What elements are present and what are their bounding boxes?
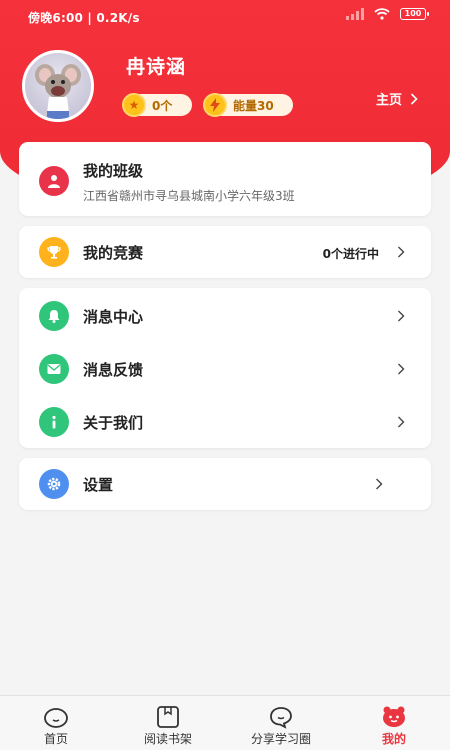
settings-card[interactable]: 设置 [19,458,431,510]
homepage-link[interactable]: 主页 [376,89,418,108]
mouse-avatar-image [35,64,81,119]
status-bar: 傍晚6:00 | 0.2K/s 100 [0,0,450,32]
chat-bubble-icon [270,707,292,729]
bottom-tab-bar: 首页 阅读书架 分享学习圈 我的 [0,695,450,750]
settings-label: 设置 [83,476,114,494]
tab-home-label: 首页 [43,732,68,746]
chevron-right-icon [376,478,383,490]
homepage-label: 主页 [376,93,403,108]
menu-item-about-us[interactable]: 关于我们 [19,396,431,448]
wifi-icon [374,8,390,20]
menu-item-label: 消息反馈 [83,361,144,379]
chevron-right-icon [398,363,405,375]
tab-share-circle[interactable]: 分享学习圈 [225,696,337,750]
coins-count: 0个 [152,98,173,113]
energy-value: 能量30 [233,98,274,113]
tab-bookshelf-label: 阅读书架 [143,732,192,746]
user-name: 冉诗涵 [126,56,187,78]
tab-mine-label: 我的 [381,732,406,746]
battery-icon: 100 [400,8,429,20]
home-face-icon [44,708,68,728]
tab-mine[interactable]: 我的 [338,696,450,750]
tab-home[interactable]: 首页 [0,696,112,750]
mail-icon [39,354,69,384]
my-contest-title: 我的竞赛 [83,244,144,262]
lightning-icon [203,93,227,117]
chevron-right-icon [398,310,405,322]
info-icon [39,407,69,437]
energy-badge[interactable]: 能量30 [203,93,293,117]
bookshelf-icon [157,706,179,728]
menu-item-label: 关于我们 [83,414,144,432]
my-class-title: 我的班级 [83,162,144,180]
menu-item-message-center[interactable]: 消息中心 [19,290,431,342]
person-icon [39,166,69,196]
chevron-right-icon [398,246,405,258]
star-coin-icon: ★ [122,93,146,117]
bell-icon [39,301,69,331]
chevron-right-icon [410,92,418,105]
class-subtitle: 江西省赣州市寻乌县城南小学六年级3班 [83,189,295,203]
gear-icon [39,469,69,499]
menu-item-label: 消息中心 [83,308,144,326]
chevron-right-icon [398,416,405,428]
profile-face-icon [383,706,405,727]
contest-status: 0个进行中 [322,247,379,261]
message-menu-card: 消息中心 消息反馈 关于我们 [19,288,431,448]
signal-icon [346,8,364,20]
avatar[interactable] [22,50,94,122]
trophy-icon [39,237,69,267]
my-contest-card[interactable]: 我的竞赛 0个进行中 [19,226,431,278]
coins-badge[interactable]: ★ 0个 [122,93,192,117]
status-time: 傍晚6:00 | 0.2K/s [28,11,140,25]
menu-item-message-feedback[interactable]: 消息反馈 [19,343,431,395]
tab-bookshelf[interactable]: 阅读书架 [112,696,224,750]
tab-share-circle-label: 分享学习圈 [250,732,311,746]
my-class-card[interactable]: 我的班级 江西省赣州市寻乌县城南小学六年级3班 [19,142,431,216]
